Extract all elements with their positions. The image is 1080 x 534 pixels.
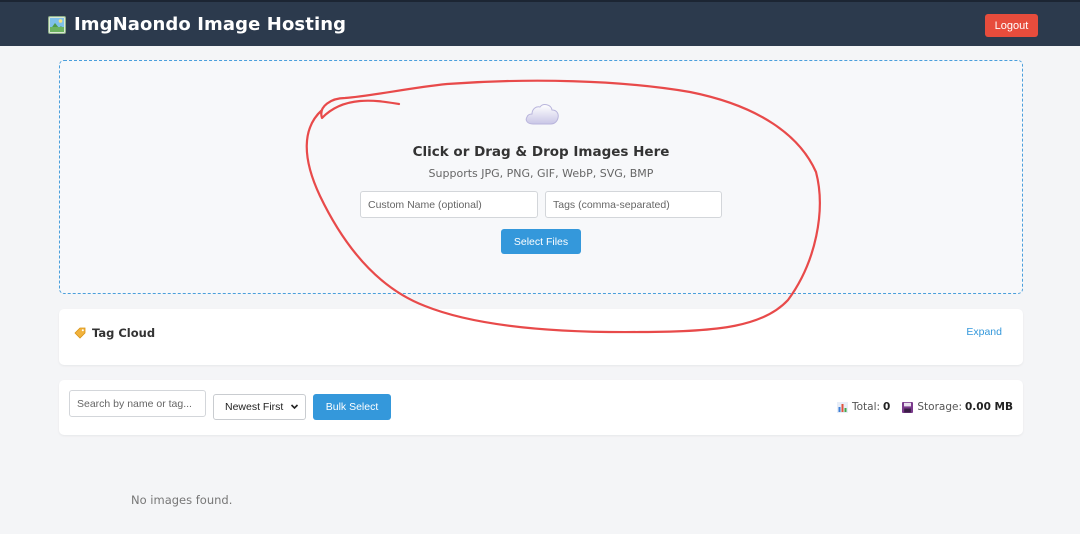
storage-value: 0.00 MB [964,401,1013,413]
bar-chart-icon [836,401,848,413]
picture-icon [48,15,66,34]
dropzone-title: Click or Drag & Drop Images Here [412,144,670,160]
expand-link[interactable]: Expand [966,326,1002,338]
bulk-select-button[interactable]: Bulk Select [313,394,391,420]
search-input[interactable] [69,390,206,417]
tag-cloud-panel: Tag Cloud Expand [59,309,1023,365]
select-files-button[interactable]: Select Files [501,229,581,254]
floppy-disk-icon [902,401,914,413]
total-stat: Total: 0 [836,401,891,413]
storage-label: Storage: [917,401,962,413]
tags-input[interactable] [545,191,722,218]
tag-cloud-title: Tag Cloud [92,326,156,340]
total-value: 0 [883,401,891,413]
storage-stat: Storage: 0.00 MB [902,401,1013,413]
custom-name-input[interactable] [360,191,538,218]
stats: Total: 0 Storage: 0.00 MB [825,401,1013,413]
brand[interactable]: ImgNaondo Image Hosting [48,14,346,35]
gallery-toolbar: Newest First Bulk Select Total: 0 Storag… [59,380,1023,435]
total-label: Total: [851,401,881,413]
tag-icon [74,327,86,339]
cloud-icon [525,104,559,125]
sort-select-value: Newest First [225,401,284,413]
logout-button[interactable]: Logout [985,14,1038,37]
top-navbar: ImgNaondo Image Hosting Logout [0,0,1080,46]
chevron-down-icon [290,404,299,410]
sort-select[interactable]: Newest First [213,394,306,420]
upload-dropzone[interactable]: Click or Drag & Drop Images Here Support… [59,60,1023,294]
empty-gallery-message: No images found. [131,493,233,507]
app-title: ImgNaondo Image Hosting [74,14,347,35]
dropzone-subtitle: Supports JPG, PNG, GIF, WebP, SVG, BMP [428,167,654,180]
